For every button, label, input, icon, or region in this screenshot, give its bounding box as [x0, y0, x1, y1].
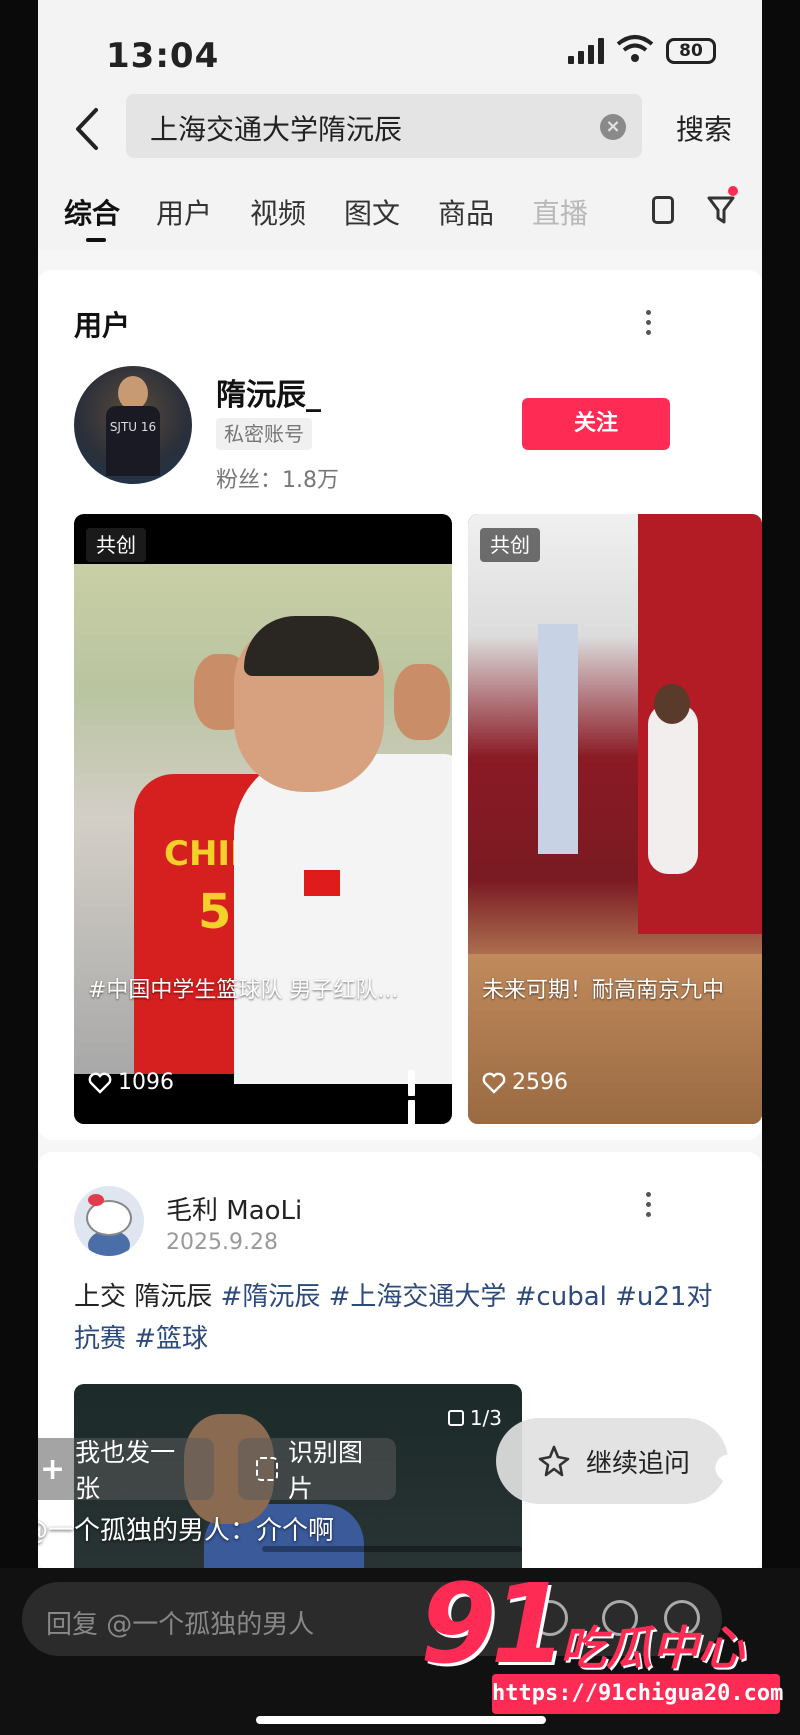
- post-author[interactable]: 毛利 MaoLi: [166, 1190, 302, 1227]
- scan-icon: [256, 1457, 278, 1481]
- tab-image-text[interactable]: 图文: [344, 192, 400, 232]
- tab-users[interactable]: 用户: [156, 192, 212, 232]
- reply-placeholder: 回复 @一个孤独的男人: [46, 1610, 315, 1640]
- video-caption: 未来可期！耐高南京九中: [482, 978, 725, 1003]
- like-heart-icon[interactable]: [712, 1452, 762, 1502]
- tab-bar: 综合 用户 视频 图文 商品 直播: [38, 168, 762, 250]
- watermark-logo: 91: [420, 1560, 567, 1688]
- tab-products[interactable]: 商品: [438, 192, 494, 232]
- gallery-icon: [447, 1410, 464, 1426]
- image-count: 1/3: [447, 1406, 502, 1430]
- fan-count: 粉丝：1.8万: [216, 468, 339, 493]
- home-indicator: [256, 1716, 546, 1724]
- post-date: 2025.9.28: [166, 1230, 278, 1255]
- post-text: 上交 隋沅辰 #隋沅辰 #上海交通大学 #cubal #u21对抗赛 #篮球: [74, 1276, 734, 1360]
- video-caption: #中国中学生篮球队 男子红队...: [88, 978, 399, 1003]
- ai-followup-button[interactable]: 继续追问: [496, 1418, 728, 1504]
- more-options-icon[interactable]: [644, 310, 652, 340]
- avatar[interactable]: SJTU 16: [74, 366, 192, 484]
- layout-toggle-icon[interactable]: [652, 196, 674, 224]
- video-card[interactable]: 共创 未来可期！耐高南京九中 2596: [468, 514, 762, 1124]
- post-card: 毛利 MaoLi 2025.9.28 上交 隋沅辰 #隋沅辰 #上海交通大学 #…: [38, 1152, 762, 1584]
- like-count: 10: [728, 1518, 754, 1542]
- username[interactable]: 隋沅辰_: [216, 370, 321, 414]
- tab-comprehensive[interactable]: 综合: [64, 192, 120, 232]
- search-button[interactable]: 搜索: [676, 108, 732, 148]
- left-border: [0, 0, 38, 1735]
- pause-icon[interactable]: [408, 1070, 432, 1124]
- post-one-too-label: 我也发一张: [75, 1438, 176, 1503]
- watermark-text: 吃瓜中心: [560, 1621, 744, 1675]
- danmaku-comment: @一个孤独的男人：介个啊: [38, 1516, 335, 1546]
- video-card[interactable]: CHINA 5 共创 #中国中学生篮球队 男子红队... 1096: [74, 514, 452, 1124]
- phone-screen: 13:04 80 上海交通大学隋沅辰 × 搜索 综合 用户 视频 图文 商品 直…: [38, 0, 762, 1735]
- notification-dot: [728, 186, 738, 196]
- recognize-image-button[interactable]: 识别图片: [238, 1438, 396, 1503]
- ai-followup-label: 继续追问: [585, 1448, 690, 1479]
- tab-active-indicator: [86, 238, 106, 242]
- battery-indicator: 80: [666, 38, 716, 64]
- scroll-indicator: [262, 1546, 522, 1552]
- search-query: 上海交通大学隋沅辰: [150, 113, 403, 146]
- back-arrow-icon[interactable]: [66, 104, 106, 154]
- status-bar: 13:04 80: [38, 0, 762, 90]
- more-options-icon[interactable]: [644, 1192, 652, 1222]
- section-title: 用户: [74, 309, 131, 342]
- private-account-badge: 私密账号: [216, 418, 312, 450]
- search-input[interactable]: 上海交通大学隋沅辰 ×: [126, 94, 642, 158]
- heart-icon: [88, 1072, 112, 1094]
- like-count: 2596: [482, 1070, 568, 1095]
- follow-button[interactable]: 关注: [522, 398, 670, 450]
- co-create-badge: 共创: [480, 528, 540, 562]
- co-create-badge: 共创: [86, 528, 146, 562]
- avatar[interactable]: [74, 1186, 144, 1256]
- user-result-card: 用户 SJTU 16 隋沅辰_ 私密账号 粉丝：1.8万 关注 CHINA 5 共…: [38, 270, 762, 1140]
- like-count: 1096: [88, 1070, 174, 1095]
- clear-icon[interactable]: ×: [600, 114, 626, 140]
- status-time: 13:04: [106, 36, 220, 76]
- plus-icon: +: [40, 1451, 66, 1487]
- post-one-too-button[interactable]: + 我也发一张: [38, 1438, 214, 1503]
- tab-videos[interactable]: 视频: [250, 192, 306, 232]
- tab-live[interactable]: 直播: [532, 192, 592, 232]
- recognize-image-label: 识别图片: [288, 1438, 364, 1503]
- heart-icon: [482, 1072, 506, 1094]
- ai-icon: [538, 1445, 570, 1477]
- signal-icon: [568, 38, 604, 64]
- right-border: [762, 0, 800, 1735]
- wifi-icon: [616, 35, 654, 62]
- search-header: 上海交通大学隋沅辰 × 搜索: [38, 90, 762, 168]
- post-text-plain: 上交 隋沅辰: [74, 1282, 221, 1312]
- filter-icon[interactable]: [706, 194, 736, 226]
- video-thumbnail: [468, 514, 762, 1124]
- watermark-url: https://91chigua20.com: [492, 1674, 783, 1714]
